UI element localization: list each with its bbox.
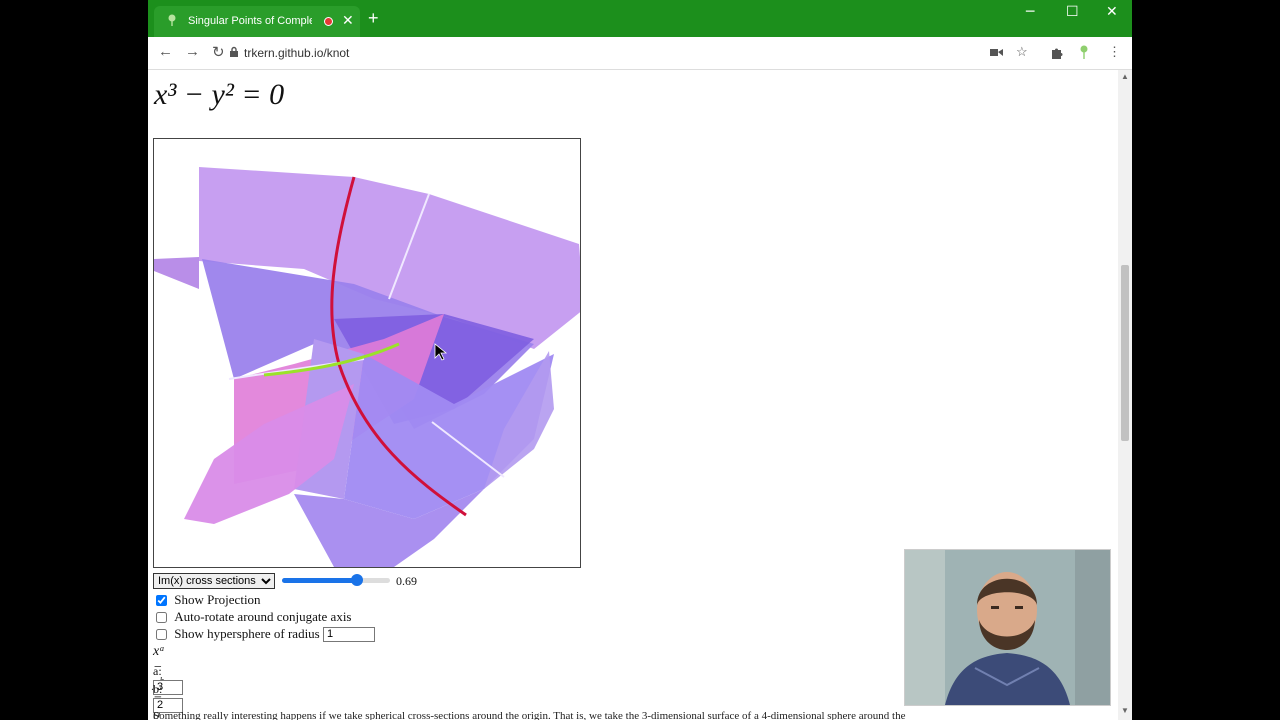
tree-icon: [168, 14, 176, 26]
auto-rotate-checkbox[interactable]: [156, 611, 167, 623]
hypersphere-radius-input[interactable]: [323, 626, 375, 642]
maximize-button[interactable]: ☐: [1066, 4, 1079, 20]
tree-icon[interactable]: [1078, 45, 1090, 59]
show-projection-row: Show Projection: [156, 591, 261, 607]
cross-section-slider[interactable]: [282, 574, 390, 586]
equation-heading: x³ − y² = 0: [154, 78, 285, 111]
camera-icon[interactable]: [990, 47, 1003, 58]
reload-icon[interactable]: ↻: [212, 43, 225, 61]
tab-bar: Singular Points of Complex P ✕ + ─ ☐ ✕: [148, 0, 1132, 37]
scroll-down-icon[interactable]: ▼: [1121, 706, 1129, 715]
back-icon[interactable]: ←: [158, 43, 173, 60]
forward-icon[interactable]: →: [185, 43, 200, 60]
page-scrollbar[interactable]: ▲ ▼: [1118, 70, 1132, 720]
new-tab-button[interactable]: +: [368, 8, 379, 29]
hypersphere-label: Show hypersphere of radius: [174, 626, 320, 642]
minimize-button[interactable]: ─: [1026, 4, 1034, 20]
recording-icon: [324, 17, 333, 26]
param-a-label: a:: [153, 664, 162, 678]
url-field[interactable]: trkern.github.io/knot: [244, 46, 349, 60]
scroll-up-icon[interactable]: ▲: [1121, 72, 1129, 81]
param-b-label: b:: [153, 682, 163, 696]
description-paragraph: Something really interesting happens if …: [153, 710, 906, 720]
surface-render: [154, 167, 580, 567]
show-projection-label: Show Projection: [174, 592, 261, 608]
address-bar: ← → ↻ trkern.github.io/knot ☆ ⋮: [148, 37, 1132, 70]
lock-icon: [230, 46, 238, 57]
scroll-thumb[interactable]: [1121, 265, 1129, 441]
tab-close-button[interactable]: ✕: [342, 12, 354, 29]
surface-canvas[interactable]: [153, 138, 581, 568]
param-b-row: b:: [153, 682, 183, 713]
auto-rotate-label: Auto-rotate around conjugate axis: [174, 609, 352, 625]
slider-value: 0.69: [396, 574, 417, 588]
presenter-video: [905, 550, 1110, 705]
auto-rotate-row: Auto-rotate around conjugate axis: [156, 608, 352, 624]
hypersphere-row: Show hypersphere of radius: [156, 625, 375, 642]
slider-fill: [282, 578, 357, 583]
hypersphere-checkbox[interactable]: [156, 628, 167, 640]
menu-icon[interactable]: ⋮: [1108, 44, 1121, 60]
cross-section-select[interactable]: Im(x) cross sections: [153, 573, 275, 589]
show-projection-checkbox[interactable]: [156, 594, 167, 606]
webcam-overlay: [904, 549, 1111, 706]
extensions-icon[interactable]: [1050, 46, 1063, 59]
tab-active[interactable]: Singular Points of Complex P ✕: [154, 6, 360, 37]
close-window-button[interactable]: ✕: [1106, 4, 1118, 20]
star-icon[interactable]: ☆: [1016, 44, 1028, 60]
tab-title: Singular Points of Complex P: [188, 15, 312, 27]
slider-thumb[interactable]: [350, 574, 363, 586]
